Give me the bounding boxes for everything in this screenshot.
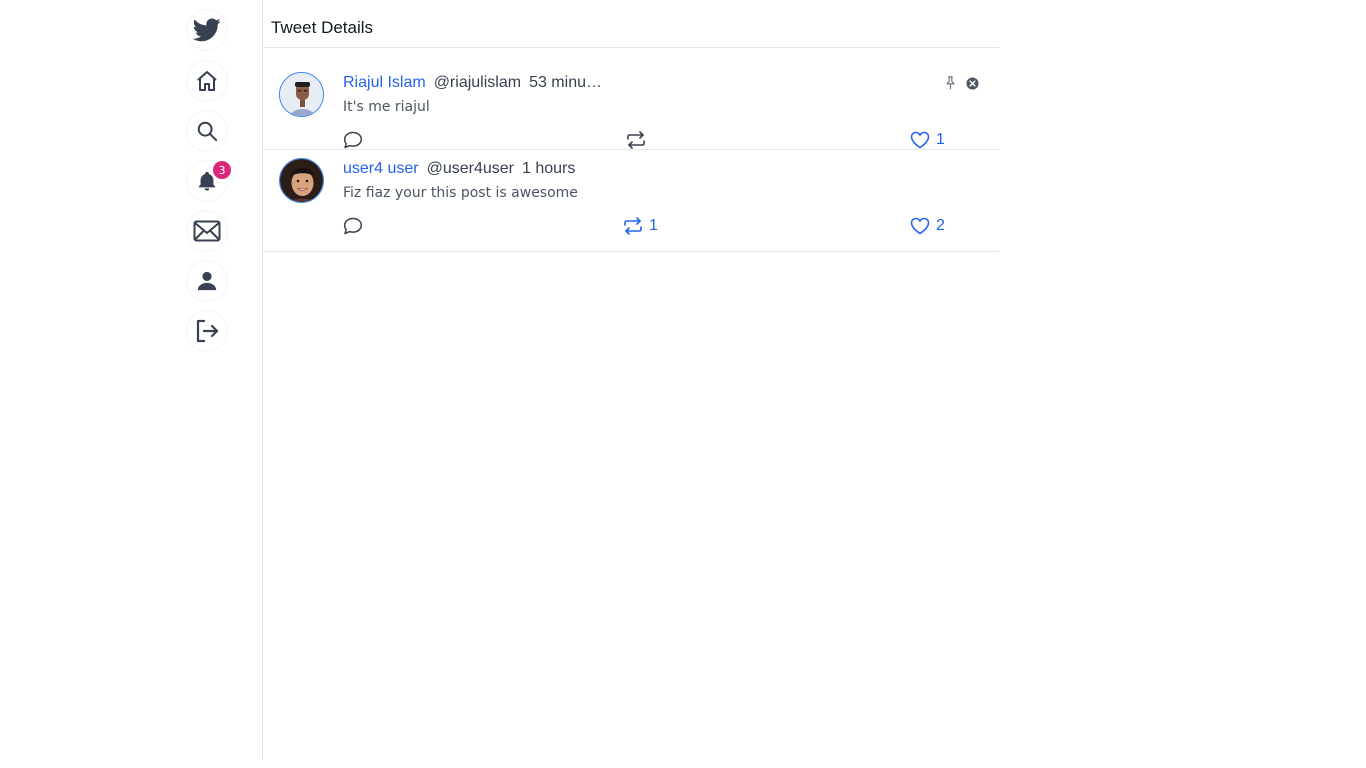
- tweet-meta: Riajul Islam @riajulislam 53 minu…: [343, 74, 602, 92]
- retweet-button[interactable]: [626, 131, 652, 149]
- comment-icon: [343, 131, 363, 149]
- author-name[interactable]: Riajul Islam: [343, 74, 426, 91]
- author-handle: @user4user: [426, 160, 514, 177]
- tweet-timestamp: 1 hours: [521, 160, 576, 177]
- retweet-button[interactable]: 1: [623, 217, 658, 235]
- profile-user-icon[interactable]: [187, 261, 227, 301]
- like-button[interactable]: 2: [910, 217, 945, 235]
- comment-icon: [343, 217, 363, 235]
- avatar[interactable]: [279, 72, 324, 117]
- avatar[interactable]: [279, 158, 324, 203]
- close-icon[interactable]: [966, 77, 979, 90]
- like-count: 2: [936, 217, 945, 234]
- sidebar: 3: [181, 0, 263, 760]
- retweet-icon: [627, 131, 645, 149]
- messages-envelope-icon[interactable]: [187, 211, 227, 251]
- like-button[interactable]: 1: [910, 131, 945, 149]
- author-handle: @riajulislam: [433, 74, 522, 91]
- pin-icon[interactable]: [945, 76, 956, 90]
- logout-icon[interactable]: [187, 311, 227, 351]
- retweet-icon: [624, 217, 642, 235]
- main-feed: Tweet Details Riajul Islam @riajulislam 53…: [263, 8, 999, 252]
- tweet-card[interactable]: user4 user @user4user 1 hours Fiz fiaz you…: [263, 150, 999, 252]
- heart-icon: [910, 131, 930, 149]
- home-icon[interactable]: [187, 61, 227, 101]
- heart-icon: [910, 217, 930, 235]
- reply-button[interactable]: [343, 131, 363, 149]
- twitter-logo-icon[interactable]: [187, 10, 227, 50]
- tweet-meta: user4 user @user4user 1 hours: [343, 160, 575, 178]
- reply-button[interactable]: [343, 217, 363, 235]
- page-title: Tweet Details: [263, 8, 999, 48]
- tweet-text: It's me riajul: [343, 99, 430, 115]
- tweet-timestamp: 53 minu…: [529, 74, 602, 91]
- retweet-count: 1: [649, 217, 658, 234]
- like-count: 1: [936, 131, 945, 148]
- notifications-bell-icon[interactable]: 3: [187, 161, 231, 201]
- author-name[interactable]: user4 user: [343, 160, 419, 177]
- notification-count-badge: 3: [213, 161, 231, 179]
- tweet-card[interactable]: Riajul Islam @riajulislam 53 minu… It's me…: [263, 48, 999, 150]
- search-icon[interactable]: [187, 111, 227, 151]
- tweet-text: Fiz fiaz your this post is awesome: [343, 185, 578, 201]
